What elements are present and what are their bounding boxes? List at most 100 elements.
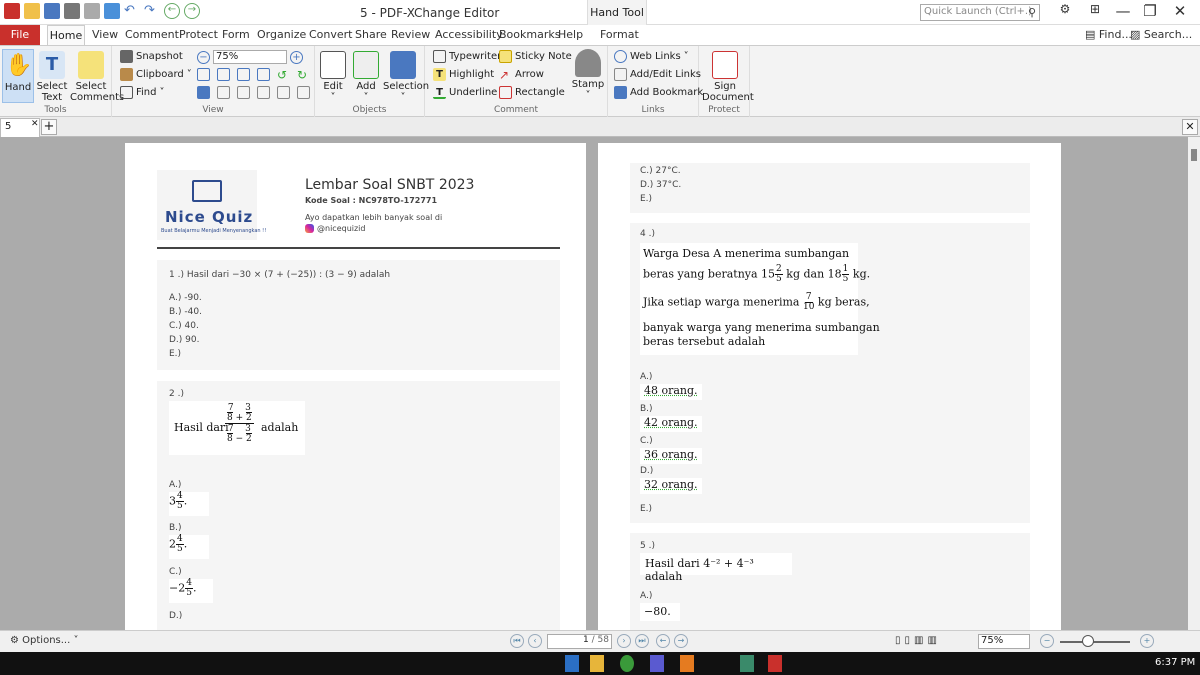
- select-text-button[interactable]: T Select Text: [36, 51, 68, 103]
- last-page-button[interactable]: ⏭: [635, 634, 649, 648]
- monitor-icon: [192, 180, 222, 202]
- document-canvas[interactable]: Nice Quiz Buat Belajarmu Menjadi Menyena…: [0, 137, 1188, 630]
- fit-page-icon[interactable]: [217, 68, 230, 81]
- back-view-button[interactable]: ←: [656, 634, 670, 648]
- first-page-button[interactable]: ⏮: [510, 634, 524, 648]
- tab-accessibility[interactable]: Accessibility: [435, 28, 503, 41]
- tab-protect[interactable]: Protect: [179, 28, 218, 41]
- email-icon[interactable]: [84, 3, 100, 19]
- layers-icon[interactable]: [237, 86, 250, 99]
- taskbar-folder-icon[interactable]: [590, 655, 604, 672]
- taskbar-teams-icon[interactable]: [650, 655, 664, 672]
- minimize-button[interactable]: —: [1108, 2, 1138, 20]
- arrow-button[interactable]: ↗ Arrow: [499, 68, 544, 82]
- find-tool-button[interactable]: Find ˅: [120, 86, 165, 99]
- previous-page-button[interactable]: ‹: [528, 634, 542, 648]
- stamp-button[interactable]: Stamp ˅: [571, 49, 605, 101]
- actual-size-icon[interactable]: [197, 68, 210, 81]
- tab-bookmarks[interactable]: Bookmarks: [499, 28, 560, 41]
- next-page-button[interactable]: ›: [617, 634, 631, 648]
- scrollbar-thumb[interactable]: [1191, 149, 1197, 161]
- fit-visible-icon[interactable]: [257, 68, 270, 81]
- tab-format[interactable]: Format: [600, 28, 639, 41]
- zoom-slider[interactable]: [1060, 641, 1130, 643]
- open-icon[interactable]: [24, 3, 40, 19]
- full-screen-icon[interactable]: [297, 86, 310, 99]
- web-links-button[interactable]: Web Links ˅: [614, 50, 689, 63]
- page-layout-icons[interactable]: ▯▯▥▥: [895, 635, 941, 646]
- file-tab[interactable]: File: [0, 25, 40, 45]
- page-number-field[interactable]: 1 / 58: [547, 634, 612, 649]
- zoom-out-icon[interactable]: −: [197, 50, 210, 64]
- find-button[interactable]: ▤ Find...: [1085, 28, 1132, 41]
- sticky-note-button[interactable]: Sticky Note: [499, 50, 572, 63]
- redo-icon[interactable]: ↷: [144, 3, 160, 19]
- rectangle-button[interactable]: Rectangle: [499, 86, 565, 99]
- status-zoom-select[interactable]: 75%: [978, 634, 1030, 649]
- fit-width-icon[interactable]: [237, 68, 250, 81]
- taskbar-pdf-icon[interactable]: [768, 655, 782, 672]
- tab-form[interactable]: Form: [222, 28, 250, 41]
- selection-button[interactable]: Selection ˅: [383, 51, 429, 103]
- add-bookmark-button[interactable]: Add Bookmark: [614, 86, 703, 99]
- maximize-button[interactable]: ❐: [1135, 2, 1165, 20]
- close-tab-icon[interactable]: ✕: [31, 119, 39, 129]
- close-document-button[interactable]: ✕: [1182, 119, 1198, 135]
- option-b-value: 42 orang.: [640, 416, 702, 432]
- tab-home[interactable]: Home: [47, 25, 85, 45]
- print-icon[interactable]: [64, 3, 80, 19]
- close-button[interactable]: ✕: [1165, 2, 1195, 20]
- new-tab-button[interactable]: +: [41, 119, 57, 135]
- quick-launch-input[interactable]: Quick Launch (Ctrl+.) ⚲: [920, 4, 1040, 21]
- tab-review[interactable]: Review: [391, 28, 430, 41]
- bookmark-view-icon[interactable]: [197, 86, 210, 99]
- document-tab[interactable]: 5 ✕: [0, 118, 40, 137]
- zoom-in-icon[interactable]: +: [290, 50, 303, 64]
- forward-view-button[interactable]: →: [674, 634, 688, 648]
- sign-document-button[interactable]: Sign Document: [702, 51, 754, 103]
- tab-comment[interactable]: Comment: [125, 28, 179, 41]
- option-d-label: D.): [640, 466, 654, 476]
- context-tab-hand-tool: Hand Tool: [587, 0, 647, 25]
- add-button[interactable]: Add ˅: [351, 51, 381, 103]
- thumbnails-icon[interactable]: [217, 86, 230, 99]
- edit-button[interactable]: Edit ˅: [317, 51, 349, 103]
- status-zoom-in-button[interactable]: +: [1140, 634, 1154, 648]
- tab-help[interactable]: Help: [558, 28, 583, 41]
- select-comments-button[interactable]: Select Comments: [70, 51, 124, 103]
- settings-icon[interactable]: ⚙: [1050, 2, 1080, 16]
- option-c: C.) 27°C.: [640, 166, 681, 176]
- snapshot-button[interactable]: Snapshot: [120, 50, 183, 63]
- search-button[interactable]: ▨ Search...: [1130, 28, 1192, 41]
- highlight-button[interactable]: T Highlight: [433, 68, 494, 81]
- taskbar-photos-icon[interactable]: [740, 655, 754, 672]
- back-icon[interactable]: ←: [164, 3, 180, 19]
- undo-icon[interactable]: ↶: [124, 3, 140, 19]
- properties-icon[interactable]: [277, 86, 290, 99]
- highlight-icon: T: [433, 68, 446, 81]
- options-button[interactable]: ⚙ Options... ˅: [10, 635, 78, 646]
- tab-organize[interactable]: Organize: [257, 28, 306, 41]
- typewriter-button[interactable]: Typewriter: [433, 50, 501, 63]
- taskbar-app-icon[interactable]: [565, 655, 579, 672]
- taskbar-vlc-icon[interactable]: [680, 655, 694, 672]
- add-edit-links-button[interactable]: Add/Edit Links: [614, 68, 701, 81]
- status-zoom-out-button[interactable]: −: [1040, 634, 1054, 648]
- underline-button[interactable]: T Underline: [433, 86, 497, 99]
- tab-share[interactable]: Share: [355, 28, 387, 41]
- taskbar-browser-icon[interactable]: [620, 655, 634, 672]
- tab-convert[interactable]: Convert: [309, 28, 353, 41]
- attachments-icon[interactable]: [257, 86, 270, 99]
- zoom-select[interactable]: 75%: [213, 50, 287, 64]
- cloud-icon[interactable]: [104, 3, 120, 19]
- vertical-scrollbar[interactable]: [1188, 137, 1200, 630]
- rotate-right-icon[interactable]: ↻: [297, 68, 310, 82]
- hand-button[interactable]: ✋ Hand: [2, 49, 34, 103]
- rotate-left-icon[interactable]: ↺: [277, 68, 290, 82]
- clipboard-button[interactable]: Clipboard ˅: [120, 68, 192, 81]
- save-icon[interactable]: [44, 3, 60, 19]
- layout-icon[interactable]: ⊞: [1080, 2, 1110, 16]
- zoom-slider-thumb[interactable]: [1082, 635, 1094, 647]
- tab-view[interactable]: View: [92, 28, 118, 41]
- forward-icon[interactable]: →: [184, 3, 200, 19]
